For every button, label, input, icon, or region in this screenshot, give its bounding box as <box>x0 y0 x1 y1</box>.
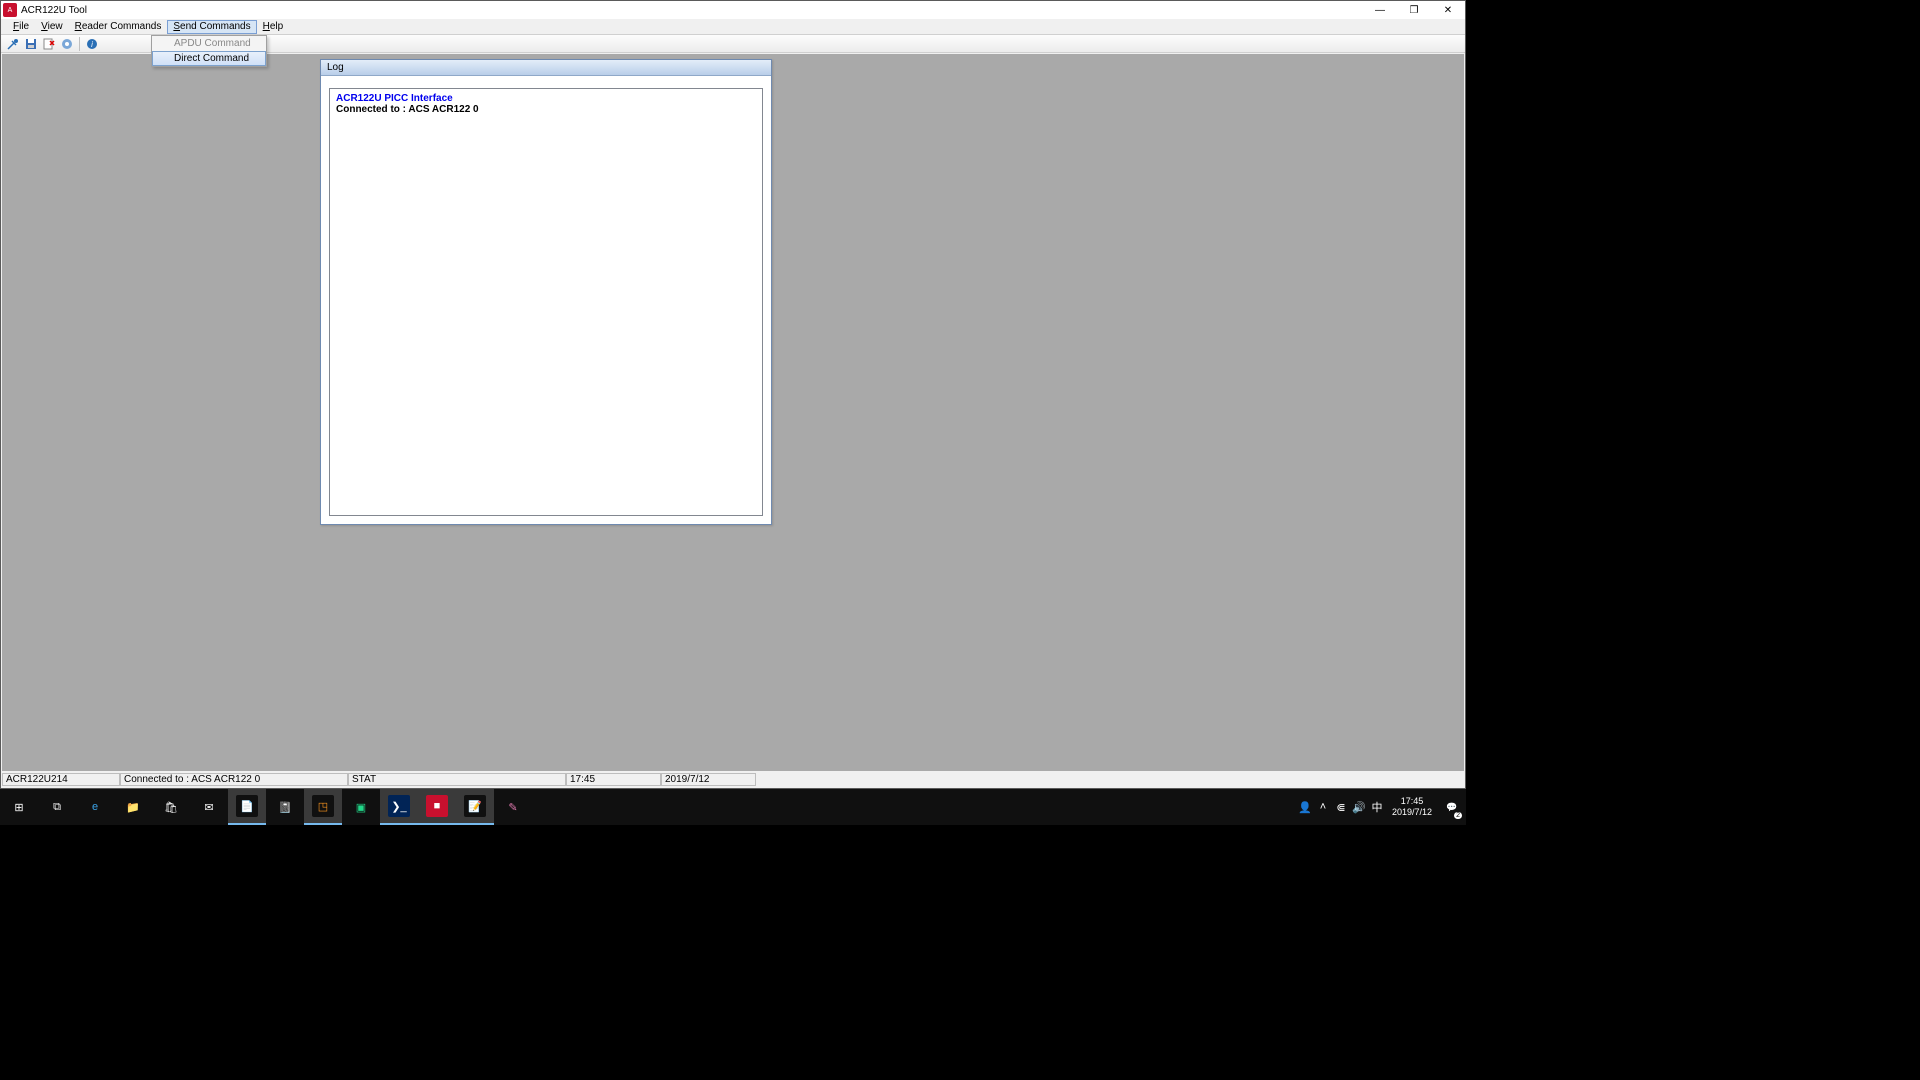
log-line-connected: Connected to : ACS ACR122 0 <box>336 104 756 115</box>
taskbar-sketch[interactable]: ✎ <box>494 789 532 825</box>
send-commands-dropdown: APDU Command Direct Command <box>151 35 267 67</box>
menu-send-commands[interactable]: Send Commands <box>167 20 256 34</box>
about-icon[interactable]: i <box>84 36 100 52</box>
taskbar-pycharm[interactable]: ▣ <box>342 789 380 825</box>
log-window[interactable]: Log ACR122U PICC Interface Connected to … <box>320 59 772 525</box>
notepadpp-icon: 📄 <box>236 795 258 817</box>
ms-store-icon: 🛍 <box>160 796 182 818</box>
log-line-interface: ACR122U PICC Interface <box>336 93 756 104</box>
acr122u-tool-icon: ■ <box>426 795 448 817</box>
powershell-icon: ❯_ <box>388 795 410 817</box>
titlebar[interactable]: A ACR122U Tool — ❐ ✕ <box>1 1 1465 19</box>
taskbar-notes[interactable]: 📓 <box>266 789 304 825</box>
taskbar-vmware[interactable]: ◳ <box>304 789 342 825</box>
menu-help[interactable]: Help <box>257 20 290 34</box>
app-window: A ACR122U Tool — ❐ ✕ File View Reader Co… <box>0 0 1466 789</box>
taskbar-file-explorer[interactable]: 📁 <box>114 789 152 825</box>
tray-overflow-icon[interactable]: ˄ <box>1314 789 1332 825</box>
taskbar-edge[interactable]: e <box>76 789 114 825</box>
action-center-icon[interactable]: 💬 2 <box>1438 789 1466 825</box>
sketch-icon: ✎ <box>502 796 524 818</box>
maximize-button[interactable]: ❐ <box>1397 1 1431 19</box>
taskbar-acr122u-tool[interactable]: ■ <box>418 789 456 825</box>
taskbar-time: 17:45 <box>1392 796 1432 807</box>
taskbar-task-view[interactable]: ⧉ <box>38 789 76 825</box>
client-area: Log ACR122U PICC Interface Connected to … <box>2 54 1464 771</box>
log-window-title[interactable]: Log <box>321 60 771 76</box>
menu-item-direct-command[interactable]: Direct Command <box>152 51 266 66</box>
minimize-button[interactable]: — <box>1363 1 1397 19</box>
status-time: 17:45 <box>566 773 661 786</box>
file-explorer-icon: 📁 <box>122 796 144 818</box>
status-stat: STAT <box>348 773 566 786</box>
ime-icon[interactable]: 中 <box>1368 789 1386 825</box>
wifi-icon[interactable]: ⋐ <box>1332 789 1350 825</box>
status-device: ACR122U214 <box>2 773 120 786</box>
windows-taskbar: ⊞ ⧉ e 📁 🛍 ✉ 📄 📓 ◳ ▣ ❯_ ■ 📝 ✎ 👤 ˄ ⋐ 🔊 中 17:45 2019/7/1… <box>0 789 1466 825</box>
toolbar-separator <box>79 37 80 51</box>
menu-item-apdu-command[interactable]: APDU Command <box>152 36 266 51</box>
task-view-icon: ⧉ <box>46 796 68 818</box>
taskbar-powershell[interactable]: ❯_ <box>380 789 418 825</box>
log-textarea[interactable]: ACR122U PICC Interface Connected to : AC… <box>329 88 763 516</box>
edge-icon: e <box>84 796 106 818</box>
people-icon[interactable]: 👤 <box>1296 789 1314 825</box>
mail-icon: ✉ <box>198 796 220 818</box>
vmware-icon: ◳ <box>312 795 334 817</box>
status-date: 2019/7/12 <box>661 773 756 786</box>
close-button[interactable]: ✕ <box>1431 1 1465 19</box>
clear-icon[interactable] <box>41 36 57 52</box>
status-connection: Connected to : ACS ACR122 0 <box>120 773 348 786</box>
taskbar-start-button[interactable]: ⊞ <box>0 789 38 825</box>
menu-file[interactable]: File <box>7 20 35 34</box>
app-icon: A <box>3 3 17 17</box>
start-button-icon: ⊞ <box>8 796 30 818</box>
statusbar: ACR122U214 Connected to : ACS ACR122 0 S… <box>2 772 1464 787</box>
firmware-icon[interactable] <box>59 36 75 52</box>
pycharm-icon: ▣ <box>350 796 372 818</box>
taskbar-notepadpp[interactable]: 📄 <box>228 789 266 825</box>
taskbar-date: 2019/7/12 <box>1392 807 1432 818</box>
notes-icon: 📓 <box>274 796 296 818</box>
connect-icon[interactable] <box>5 36 21 52</box>
wordpad-icon: 📝 <box>464 795 486 817</box>
taskbar-wordpad[interactable]: 📝 <box>456 789 494 825</box>
svg-text:i: i <box>91 40 93 49</box>
volume-icon[interactable]: 🔊 <box>1350 789 1368 825</box>
taskbar-mail[interactable]: ✉ <box>190 789 228 825</box>
notification-badge: 2 <box>1454 812 1462 819</box>
save-icon[interactable] <box>23 36 39 52</box>
menubar: File View Reader Commands Send Commands … <box>1 19 1465 35</box>
window-title: ACR122U Tool <box>21 5 87 16</box>
menu-reader-commands[interactable]: Reader Commands <box>69 20 168 34</box>
taskbar-clock[interactable]: 17:45 2019/7/12 <box>1386 796 1438 818</box>
taskbar-ms-store[interactable]: 🛍 <box>152 789 190 825</box>
menu-view[interactable]: View <box>35 20 69 34</box>
